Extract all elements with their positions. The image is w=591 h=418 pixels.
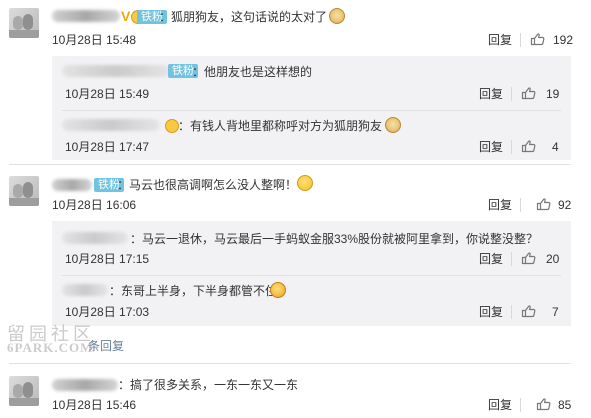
divider xyxy=(62,110,561,111)
reply-button[interactable]: 回复 xyxy=(479,251,503,267)
reply-button[interactable]: 回复 xyxy=(479,304,503,320)
reply-text: ：有钱人背地里都称呼对方为狐朋狗友 xyxy=(178,119,383,133)
timestamp: 10月28日 16:06 xyxy=(52,198,137,212)
timestamp: 10月28日 17:47 xyxy=(65,140,150,154)
like-count: 192 xyxy=(553,33,574,47)
timestamp: 10月28日 17:15 xyxy=(65,252,150,266)
like-count: 85 xyxy=(558,398,572,412)
separator xyxy=(520,198,521,212)
thumbs-up-icon[interactable] xyxy=(521,85,537,104)
thumbs-up-icon[interactable] xyxy=(521,250,537,269)
smile-emoji-icon xyxy=(297,175,313,191)
divider xyxy=(9,164,571,165)
separator xyxy=(511,305,512,319)
thumbs-up-icon[interactable] xyxy=(521,138,537,157)
divider xyxy=(9,363,571,364)
username[interactable] xyxy=(52,379,118,391)
username[interactable] xyxy=(52,10,120,22)
like-count: 7 xyxy=(552,305,559,319)
dog-emoji-icon xyxy=(385,117,401,133)
separator xyxy=(511,87,512,101)
reply-username[interactable] xyxy=(62,65,170,77)
timestamp: 10月28日 15:46 xyxy=(52,398,137,412)
thumbs-up-icon[interactable] xyxy=(536,396,552,415)
reply-username[interactable] xyxy=(62,119,160,131)
replies-box: ：马云一退休，马云最后一手蚂蚁金服33%股份就被阿里拿到，你说整没整？ 10月2… xyxy=(52,221,571,326)
like-count: 4 xyxy=(552,140,559,154)
reply-text: ：东哥上半身，下半身都管不住 xyxy=(109,284,278,298)
avatar[interactable] xyxy=(9,376,39,406)
reply-button[interactable]: 回复 xyxy=(479,86,503,102)
reply-username[interactable] xyxy=(62,284,108,296)
v-badge-icon: V xyxy=(121,8,131,24)
comment-text: ：马云也很高调啊怎么没人整啊！ xyxy=(117,178,298,192)
watermark-subtitle: 6PARK.COM xyxy=(7,340,94,355)
timestamp: 10月28日 15:48 xyxy=(52,33,137,47)
reply-button[interactable]: 回复 xyxy=(488,397,512,413)
comment-text: ：搞了很多关系，一东一东又一东 xyxy=(118,378,299,392)
like-count: 92 xyxy=(558,198,572,212)
thumbs-up-icon[interactable] xyxy=(536,196,552,215)
comment-text: ：狐朋狗友，这句话说的太对了 xyxy=(159,10,328,24)
divider xyxy=(62,275,561,276)
mouth-covered-emoji-icon xyxy=(270,282,286,298)
gold-fan-icon xyxy=(165,119,179,133)
dog-emoji-icon xyxy=(329,8,345,24)
like-count: 19 xyxy=(546,87,560,101)
reply-button[interactable]: 回复 xyxy=(488,32,512,48)
replies-box: 铁粉 ：他朋友也是这样想的 10月28日 15:49 回复 19 ：有钱人背地里… xyxy=(52,56,571,160)
timestamp: 10月28日 17:03 xyxy=(65,305,150,319)
username[interactable] xyxy=(52,179,92,191)
reply-text: ：马云一退休，马云最后一手蚂蚁金服33%股份就被阿里拿到，你说整没整？ xyxy=(130,232,539,246)
timestamp: 10月28日 15:49 xyxy=(65,87,150,101)
avatar[interactable] xyxy=(9,8,39,38)
thumbs-up-icon[interactable] xyxy=(530,31,546,50)
avatar[interactable] xyxy=(9,176,39,206)
reply-text: ：他朋友也是这样想的 xyxy=(192,65,313,79)
reply-button[interactable]: 回复 xyxy=(488,197,512,213)
like-count: 20 xyxy=(546,252,560,266)
separator xyxy=(520,398,521,412)
separator xyxy=(520,33,521,47)
separator xyxy=(511,140,512,154)
thumbs-up-icon[interactable] xyxy=(521,303,537,322)
separator xyxy=(511,252,512,266)
reply-username[interactable] xyxy=(62,232,128,244)
reply-button[interactable]: 回复 xyxy=(479,139,503,155)
